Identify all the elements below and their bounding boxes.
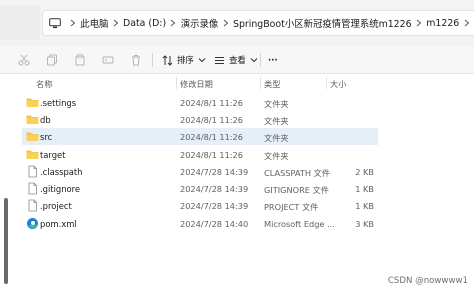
- sort-button[interactable]: 排序: [162, 52, 206, 68]
- file-type: 文件夹: [264, 151, 289, 161]
- column-header-date[interactable]: 修改日期: [180, 78, 213, 90]
- toolbar-divider: [260, 53, 261, 67]
- file-date: 2024/7/28 14:39: [180, 184, 249, 194]
- file-date: 2024/8/1 11:26: [180, 132, 243, 142]
- file-type: 文件夹: [264, 133, 289, 143]
- folder-icon: [26, 148, 39, 161]
- toolbar-divider: [152, 53, 153, 67]
- command-bar: 排序 查看 ···: [0, 46, 474, 74]
- breadcrumb[interactable]: 此电脑 Data (D:) 演示录像 SpringBoot小区新冠疫情管理系统m…: [42, 10, 474, 36]
- nav-buttons-area: [0, 6, 40, 40]
- scrollbar-thumb[interactable]: [4, 198, 8, 284]
- sort-icon: [162, 54, 173, 66]
- file-name: .project: [40, 201, 72, 211]
- folder-icon: [26, 130, 39, 143]
- chevron-down-icon: [198, 58, 206, 63]
- chevron-down-icon: [250, 58, 258, 63]
- file-size: 3 KB: [355, 219, 374, 229]
- monitor-icon[interactable]: [49, 12, 66, 34]
- list-item[interactable]: db 2024/8/1 11:26 文件夹: [22, 111, 378, 128]
- view-label: 查看: [229, 55, 246, 65]
- list-item[interactable]: src 2024/8/1 11:26 文件夹: [22, 128, 378, 145]
- list-item[interactable]: .classpath 2024/7/28 14:39 CLASSPATH 文件 2 K…: [22, 163, 378, 180]
- chevron-right-icon[interactable]: [218, 19, 233, 27]
- breadcrumb-item-current[interactable]: m1226: [426, 18, 459, 29]
- sort-label: 排序: [177, 55, 194, 65]
- copy-icon[interactable]: [46, 52, 58, 68]
- file-name: src: [40, 132, 53, 142]
- column-header-name[interactable]: 名称: [36, 78, 52, 90]
- breadcrumb-item-drive[interactable]: Data (D:): [123, 18, 166, 29]
- file-name: .settings: [40, 98, 77, 108]
- file-name: db: [40, 115, 51, 125]
- file-explorer-window: 此电脑 Data (D:) 演示录像 SpringBoot小区新冠疫情管理系统m…: [0, 0, 474, 289]
- file-date: 2024/7/28 14:39: [180, 201, 249, 211]
- column-header-size[interactable]: 大小: [330, 78, 346, 90]
- column-divider[interactable]: [326, 77, 327, 89]
- file-size: 1 KB: [355, 184, 374, 194]
- file-type: 文件夹: [264, 116, 289, 126]
- cut-icon[interactable]: [18, 52, 30, 68]
- file-icon: [26, 165, 39, 178]
- file-size: 1 KB: [355, 201, 374, 211]
- column-header-type[interactable]: 类型: [264, 78, 280, 90]
- file-name: .classpath: [40, 167, 83, 177]
- edge-icon: [26, 217, 39, 230]
- file-type: CLASSPATH 文件: [264, 168, 330, 178]
- watermark: CSDN @nowwww1: [387, 276, 468, 286]
- list-item[interactable]: target 2024/8/1 11:26 文件夹: [22, 146, 378, 163]
- file-date: 2024/7/28 14:40: [180, 219, 249, 229]
- list-item[interactable]: .settings 2024/8/1 11:26 文件夹: [22, 94, 378, 111]
- delete-icon[interactable]: [130, 52, 142, 68]
- file-type: 文件夹: [264, 99, 289, 109]
- chevron-right-icon[interactable]: [412, 19, 427, 27]
- chevron-right-icon[interactable]: [166, 19, 181, 27]
- chevron-right-icon[interactable]: [66, 19, 81, 27]
- more-label: ···: [268, 55, 278, 65]
- address-strip: 此电脑 Data (D:) 演示录像 SpringBoot小区新冠疫情管理系统m…: [0, 0, 474, 46]
- view-icon: [215, 56, 224, 64]
- file-icon: [26, 199, 39, 212]
- breadcrumb-item-recordings[interactable]: 演示录像: [181, 16, 219, 30]
- breadcrumb-item-project[interactable]: SpringBoot小区新冠疫情管理系统m1226: [233, 16, 412, 30]
- paste-icon[interactable]: [74, 52, 86, 68]
- list-item[interactable]: pom.xml 2024/7/28 14:40 Microsoft Edge ...…: [22, 215, 378, 232]
- file-date: 2024/8/1 11:26: [180, 98, 243, 108]
- file-name: .gitignore: [40, 184, 81, 194]
- column-divider[interactable]: [260, 77, 261, 89]
- file-name: target: [40, 150, 66, 160]
- column-divider[interactable]: [176, 77, 177, 89]
- chevron-right-icon[interactable]: [459, 19, 474, 27]
- navigation-pane: [0, 75, 16, 289]
- breadcrumb-item-this-pc[interactable]: 此电脑: [80, 16, 108, 30]
- more-options-button[interactable]: ···: [268, 52, 278, 68]
- view-button[interactable]: 查看: [214, 52, 258, 68]
- rename-icon[interactable]: [102, 52, 114, 68]
- file-type: GITIGNORE 文件: [264, 185, 329, 195]
- file-date: 2024/8/1 11:26: [180, 115, 243, 125]
- file-type: PROJECT 文件: [264, 202, 319, 212]
- folder-icon: [26, 113, 39, 126]
- folder-icon: [26, 96, 39, 109]
- file-date: 2024/7/28 14:39: [180, 167, 249, 177]
- list-item[interactable]: .project 2024/7/28 14:39 PROJECT 文件 1 KB: [22, 197, 378, 214]
- file-size: 2 KB: [355, 167, 374, 177]
- file-type: Microsoft Edge ...: [264, 219, 335, 229]
- file-name: pom.xml: [40, 219, 77, 229]
- file-icon: [26, 182, 39, 195]
- list-item[interactable]: .gitignore 2024/7/28 14:39 GITIGNORE 文件 1 K…: [22, 180, 378, 197]
- chevron-right-icon[interactable]: [108, 19, 123, 27]
- file-date: 2024/8/1 11:26: [180, 150, 243, 160]
